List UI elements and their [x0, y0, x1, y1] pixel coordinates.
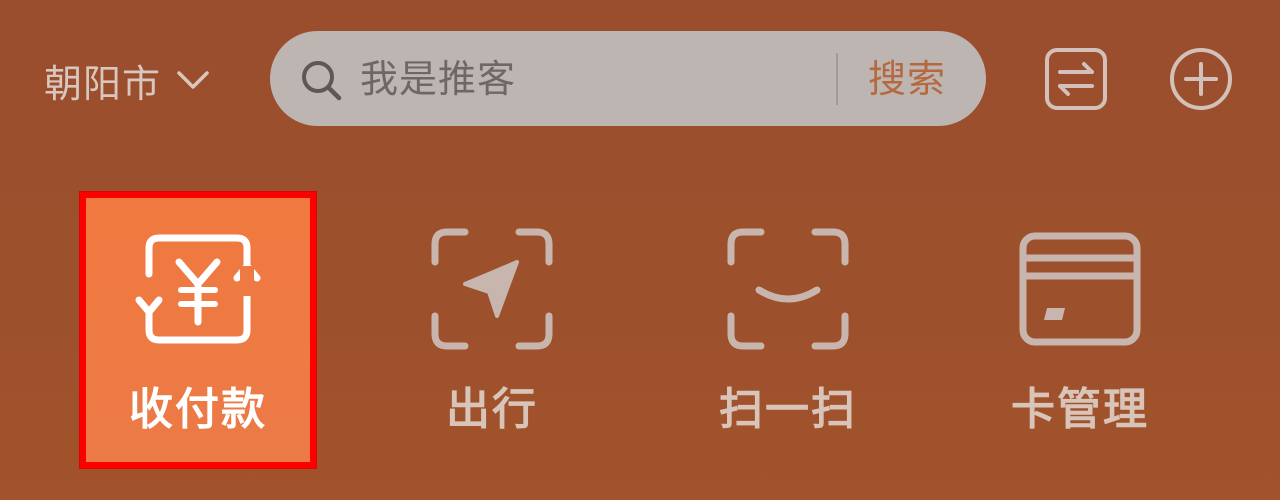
shortcut-scan[interactable]: 扫一扫 [670, 192, 906, 468]
search-icon [302, 61, 342, 101]
search-placeholder[interactable]: 我是推客 [360, 54, 516, 104]
add-icon[interactable] [1168, 46, 1234, 112]
shortcut-travel[interactable]: 出行 [374, 192, 610, 468]
city-label: 朝阳市 [44, 61, 162, 106]
home-screen: 朝阳市 我是推客 搜索 收付款 出行 扫一扫 卡管理 [0, 0, 1280, 500]
shortcut-label: 收付款 [129, 384, 267, 435]
shortcut-card-management[interactable]: 卡管理 [962, 192, 1198, 468]
scan-icon [727, 228, 849, 350]
shortcut-payment[interactable]: 收付款 [80, 192, 316, 468]
navigation-arrow-icon [431, 228, 553, 350]
swap-icon[interactable] [1043, 46, 1109, 112]
shortcut-label: 扫一扫 [719, 384, 857, 435]
shortcut-label: 卡管理 [1011, 384, 1149, 435]
search-button[interactable]: 搜索 [868, 54, 946, 104]
chevron-down-icon [177, 71, 209, 89]
city-selector[interactable]: 朝阳市 [44, 52, 211, 108]
search-divider [836, 53, 838, 105]
payment-yuan-icon [135, 234, 261, 344]
card-icon [1019, 232, 1141, 346]
search-bar[interactable]: 我是推客 搜索 [270, 31, 986, 126]
shortcut-label: 出行 [446, 384, 538, 435]
